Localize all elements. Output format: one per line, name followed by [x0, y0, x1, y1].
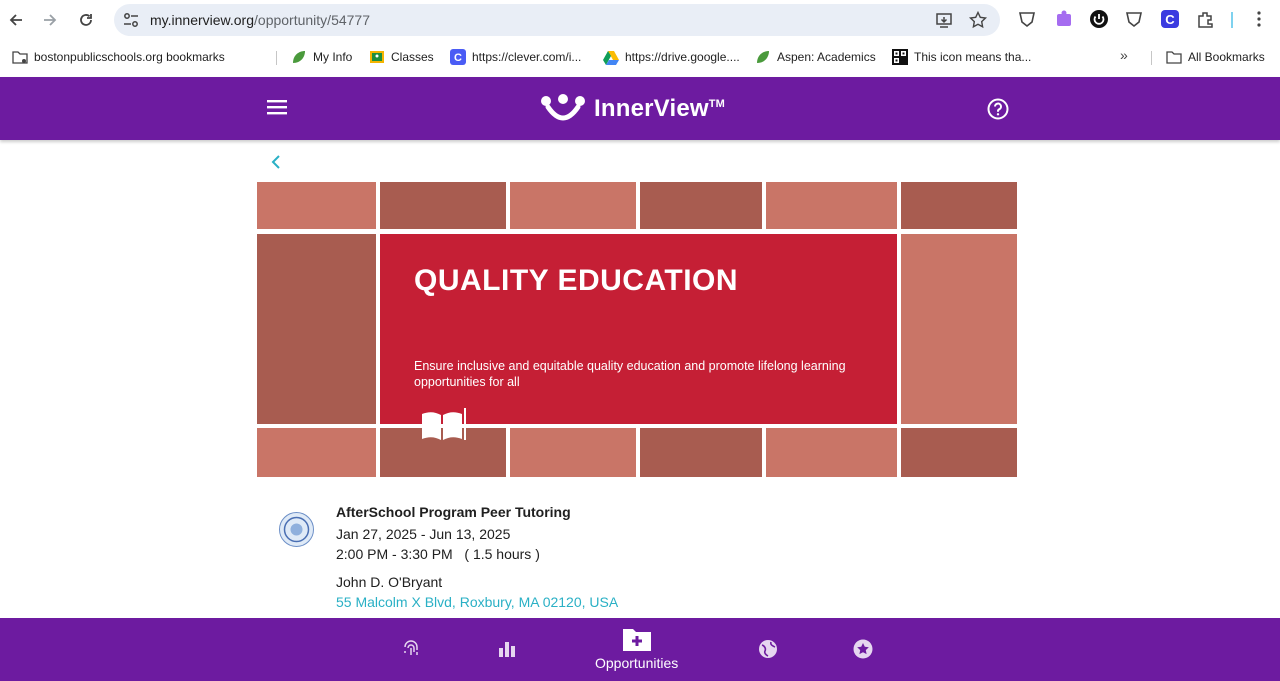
managed-folder-icon [12, 51, 28, 64]
bookmark-separator [276, 51, 277, 65]
kebab-menu-icon[interactable] [1249, 9, 1269, 29]
bookmark-label: Classes [391, 50, 434, 64]
clever-extension-icon[interactable]: C [1160, 9, 1180, 29]
photo-tile [640, 182, 762, 229]
address-bar[interactable]: my.innerview.org/opportunity/54777 [114, 4, 1000, 36]
bookmark-separator [1151, 51, 1152, 65]
bookmark-all-bookmarks[interactable]: All Bookmarks [1166, 49, 1265, 65]
photo-tile [257, 428, 376, 477]
bookmark-icon-means[interactable]: This icon means tha... [892, 49, 1031, 65]
opportunities-folder-icon[interactable] [622, 626, 652, 652]
back-chevron-icon[interactable] [268, 152, 284, 172]
forward-arrow-icon[interactable] [38, 8, 62, 32]
banner-subtitle: Ensure inclusive and equitable quality e… [414, 359, 846, 389]
photo-tile [766, 182, 897, 229]
photo-tile [510, 428, 636, 477]
banner-title: QUALITY EDUCATION [414, 264, 739, 297]
qr-icon [892, 49, 908, 65]
app-header: InnerViewTM [0, 77, 1280, 140]
bookmarks-bar: bostonpublicschools.org bookmarks My Inf… [0, 40, 1280, 103]
svg-text:C: C [454, 52, 462, 64]
back-arrow-icon[interactable] [4, 8, 28, 32]
bookmark-drive[interactable]: https://drive.google.... [603, 49, 740, 65]
url-text: my.innerview.org/opportunity/54777 [150, 12, 370, 28]
bookmark-clever[interactable]: C https://clever.com/i... [450, 49, 581, 65]
folder-icon [1166, 51, 1182, 64]
browser-toolbar: my.innerview.org/opportunity/54777 C [0, 0, 1280, 40]
opportunity-location-name: John D. O'Bryant [336, 574, 443, 590]
extensions-icon[interactable] [1195, 9, 1215, 29]
more-bookmarks-chevron-icon[interactable]: » [1120, 47, 1128, 63]
puzzle-extension-icon[interactable] [1054, 9, 1074, 29]
classroom-icon [370, 51, 384, 63]
bookmark-label: Aspen: Academics [777, 50, 876, 64]
bookmark-label: https://drive.google.... [625, 50, 740, 64]
hamburger-menu-icon[interactable] [267, 99, 287, 115]
vpn-extension-icon[interactable] [1124, 9, 1144, 29]
opportunity-hero-image: QUALITY EDUCATION Ensure inclusive and e… [257, 182, 1017, 477]
globe-icon[interactable] [757, 638, 779, 660]
photo-tile [380, 182, 506, 229]
bookmark-label: This icon means tha... [914, 50, 1032, 64]
bookmark-label: All Bookmarks [1188, 50, 1265, 64]
open-book-icon [422, 408, 466, 440]
photo-tile [257, 234, 376, 424]
opportunity-time: 2:00 PM - 3:30 PM ( 1.5 hours ) [336, 546, 540, 562]
google-drive-icon [603, 51, 619, 65]
install-app-icon[interactable] [934, 10, 954, 30]
bookmark-label: My Info [313, 50, 353, 64]
bottom-navigation: Opportunities [0, 618, 1280, 681]
site-settings-icon[interactable] [122, 11, 140, 29]
power-extension-icon[interactable] [1089, 9, 1109, 29]
bookmark-classes[interactable]: Classes [369, 49, 434, 65]
shield-extension-icon[interactable] [1017, 9, 1037, 29]
bookmark-aspen[interactable]: Aspen: Academics [755, 49, 876, 65]
logo-text: InnerViewTM [594, 95, 726, 122]
clever-icon: C [450, 49, 466, 65]
photo-tile [901, 234, 1017, 424]
bookmark-star-icon[interactable] [968, 10, 988, 30]
opportunity-title: AfterSchool Program Peer Tutoring [336, 504, 571, 520]
bookmark-label: https://clever.com/i... [472, 50, 582, 64]
innerview-logo[interactable]: InnerViewTM [540, 93, 725, 125]
opportunity-address-link[interactable]: 55 Malcolm X Blvd, Roxbury, MA 02120, US… [336, 594, 618, 610]
reload-icon[interactable] [74, 8, 98, 32]
toolbar-divider [1231, 12, 1233, 28]
bar-chart-icon[interactable] [496, 638, 518, 660]
photo-tile [640, 428, 762, 477]
bookmark-label: bostonpublicschools.org bookmarks [34, 50, 225, 64]
innerview-logo-icon [541, 94, 585, 121]
help-icon[interactable] [987, 98, 1009, 120]
organization-seal-icon [279, 512, 314, 547]
photo-tile [510, 182, 636, 229]
svg-text:C: C [1165, 12, 1175, 27]
bookmark-bps[interactable]: bostonpublicschools.org bookmarks [12, 49, 225, 65]
leaf-icon [293, 51, 305, 63]
star-badge-icon[interactable] [852, 638, 874, 660]
photo-tile [257, 182, 376, 229]
photo-tile [766, 428, 897, 477]
photo-tile [901, 428, 1017, 477]
leaf-icon [757, 51, 769, 63]
opportunities-tab-label[interactable]: Opportunities [595, 655, 678, 671]
fingerprint-icon[interactable] [400, 638, 422, 660]
photo-tile [901, 182, 1017, 229]
bookmark-my-info[interactable]: My Info [291, 49, 352, 65]
sdg-banner: QUALITY EDUCATION Ensure inclusive and e… [380, 234, 897, 440]
opportunity-dates: Jan 27, 2025 - Jun 13, 2025 [336, 526, 511, 542]
